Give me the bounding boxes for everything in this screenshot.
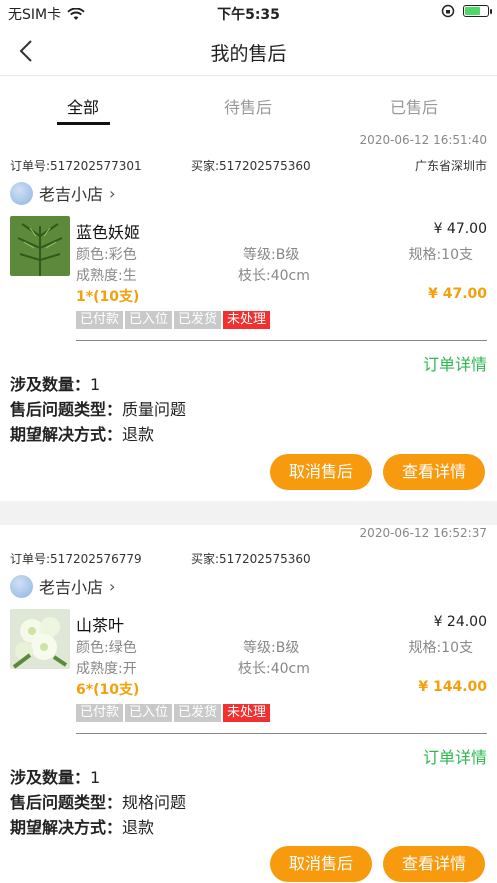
product-spec: 规格:10支: [408, 640, 473, 656]
product-total: ¥ 144.00: [418, 679, 487, 695]
product-ripeness: 成熟度:生: [76, 268, 137, 284]
buyer-id: 买家:517202575360: [191, 552, 311, 566]
shop-name: 老吉小店: [39, 578, 104, 597]
view-details-button[interactable]: 查看详情: [383, 454, 485, 490]
product-quantity: 6*(10支): [76, 682, 140, 698]
unit-price: ¥ 24.00: [433, 614, 487, 630]
badge-shipped: 已发货: [174, 311, 222, 329]
issue-type-label: 售后问题类型：: [10, 400, 123, 419]
product-grade: 等级:B级: [243, 247, 300, 263]
product-image: [10, 216, 70, 276]
badge-paid: 已付款: [76, 311, 124, 329]
region: 广东省深圳市: [414, 159, 487, 173]
page-title: 我的售后: [210, 43, 287, 65]
expected-resolution: 期望解决方式：退款: [10, 814, 154, 838]
product-grade: 等级:B级: [243, 640, 300, 656]
chevron-right-icon: ›: [109, 576, 116, 596]
affected-quantity-label: 涉及数量：: [10, 375, 91, 394]
badge-paid: 已付款: [76, 704, 124, 722]
tab-bar: 全部 待售后 已售后: [0, 86, 497, 130]
issue-type-label: 售后问题类型：: [10, 793, 123, 812]
chevron-right-icon: ›: [109, 183, 116, 203]
nav-bar: 我的售后: [0, 26, 497, 76]
battery-icon: [463, 5, 492, 17]
tab-all[interactable]: 全部: [33, 94, 133, 118]
product-total: ¥ 47.00: [428, 286, 487, 302]
shop-avatar: [10, 181, 33, 205]
product-name: 蓝色妖姬: [76, 223, 141, 242]
tab-active-indicator: [57, 122, 110, 125]
order-detail-link[interactable]: 订单详情: [423, 351, 487, 375]
rotation-lock-icon: [441, 4, 455, 18]
badge-unprocessed: 未处理: [223, 311, 271, 329]
expected-resolution-label: 期望解决方式：: [10, 818, 123, 837]
badge-shipped: 已发货: [174, 704, 222, 722]
view-details-button[interactable]: 查看详情: [383, 846, 485, 882]
expected-resolution-label: 期望解决方式：: [10, 425, 123, 444]
issue-type: 售后问题类型：规格问题: [10, 789, 186, 813]
product-image: [10, 609, 70, 669]
order-date: 2020-06-12 16:52:37: [359, 526, 487, 540]
product-stem-length: 枝长:40cm: [238, 661, 310, 677]
tab-done[interactable]: 已售后: [364, 94, 464, 118]
tab-pending[interactable]: 待售后: [198, 94, 298, 118]
badge-stocked: 已入位: [125, 704, 173, 722]
affected-quantity-value: 1: [90, 375, 101, 394]
affected-quantity-value: 1: [90, 768, 101, 787]
status-badges: 已付款 已入位 已发货 未处理: [76, 311, 271, 329]
order-detail-link[interactable]: 订单详情: [423, 744, 487, 768]
unit-price: ¥ 47.00: [433, 221, 487, 237]
divider: [76, 340, 487, 341]
buyer-id: 买家:517202575360: [191, 159, 311, 173]
product-spec: 规格:10支: [408, 247, 473, 263]
shop-link[interactable]: 老吉小店 ›: [10, 574, 115, 598]
product-ripeness: 成熟度:开: [76, 661, 137, 677]
shop-name: 老吉小店: [39, 185, 104, 204]
order-number: 订单号:517202577301: [10, 159, 142, 173]
affected-quantity: 涉及数量：1: [10, 371, 100, 395]
order-date: 2020-06-12 16:51:40: [359, 133, 487, 147]
expected-resolution-value: 退款: [122, 425, 155, 444]
product-quantity: 1*(10支): [76, 289, 140, 305]
issue-type-value: 质量问题: [122, 400, 187, 419]
order-number: 订单号:517202576779: [10, 552, 142, 566]
status-right: [441, 4, 492, 18]
shop-link[interactable]: 老吉小店 ›: [10, 181, 115, 205]
status-badges: 已付款 已入位 已发货 未处理: [76, 704, 271, 722]
affected-quantity-label: 涉及数量：: [10, 768, 91, 787]
expected-resolution-value: 退款: [122, 818, 155, 837]
badge-stocked: 已入位: [125, 311, 173, 329]
issue-type: 售后问题类型：质量问题: [10, 396, 186, 420]
section-separator: [0, 501, 497, 525]
product-color: 颜色:彩色: [76, 247, 137, 263]
divider: [76, 733, 487, 734]
expected-resolution: 期望解决方式：退款: [10, 421, 154, 445]
product-stem-length: 枝长:40cm: [238, 268, 310, 284]
issue-type-value: 规格问题: [122, 793, 187, 812]
status-time: 下午5:35: [217, 7, 280, 23]
status-bar: 无SIM卡 下午5:35: [0, 0, 497, 26]
cancel-aftersale-button[interactable]: 取消售后: [270, 454, 372, 490]
affected-quantity: 涉及数量：1: [10, 764, 100, 788]
cancel-aftersale-button[interactable]: 取消售后: [270, 846, 372, 882]
product-name: 山茶叶: [76, 616, 125, 635]
badge-unprocessed: 未处理: [223, 704, 271, 722]
shop-avatar: [10, 574, 33, 598]
product-color: 颜色:绿色: [76, 640, 137, 656]
